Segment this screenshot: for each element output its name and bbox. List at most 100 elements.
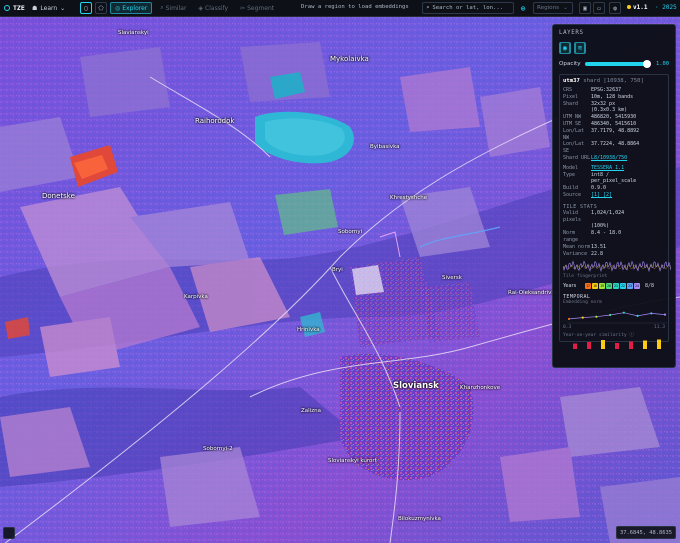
year-chip[interactable]: 20 (606, 283, 612, 290)
search-input[interactable]: ⌕ Search or lat, lon... (422, 2, 514, 14)
locate-button[interactable]: ⊕ (517, 2, 529, 14)
property-value: 22.8 (591, 250, 604, 257)
search-placeholder: Search or lat, lon... (432, 5, 504, 11)
property-row: UTM SE 486340, 5415610 (563, 121, 665, 128)
temporal-point[interactable] (650, 312, 653, 315)
temporal-max: 11.3 (653, 325, 665, 331)
map-settings-button[interactable] (3, 527, 15, 539)
property-row: Pixel 10m, 128 bands (563, 94, 665, 101)
property-key: Mean norm (563, 243, 591, 250)
tab-similar[interactable]: ⌕ Similar (156, 2, 190, 14)
temporal-point[interactable] (663, 313, 667, 316)
property-key: Build (563, 185, 579, 192)
regions-label: Regions (537, 5, 560, 11)
compass-icon: ◎ (115, 4, 121, 12)
property-row: Variance 22.8 (563, 251, 665, 258)
property-row: (0.3x0.3 km) (563, 107, 665, 114)
fingerprint-sparkline (562, 260, 672, 273)
similarity-bars (573, 339, 661, 350)
folder-button[interactable]: ▭ (593, 2, 605, 14)
status-dot (627, 5, 631, 9)
tab-segment[interactable]: ✂ Segment (236, 2, 278, 14)
property-key: UTM SE (563, 120, 582, 127)
globe-layer-button[interactable]: ◉ (559, 42, 571, 54)
year-selector[interactable]: · 2025 (655, 4, 677, 11)
shard-info-card: utm37 shard [10938, 750] CRS EPSG:32637 Pi… (559, 74, 672, 350)
app-logo[interactable]: TZE (0, 4, 32, 12)
tab-label: Segment (247, 4, 275, 12)
save-button[interactable]: ▣ (579, 2, 591, 14)
place-label: Slavianskyi (118, 30, 149, 36)
place-label: Mykolaivka (330, 55, 369, 63)
model-properties: Model TESSERA 1.1 Type int8 /per_pixel_scal… (563, 165, 665, 199)
pentagon-icon: ⬠ (98, 4, 104, 12)
place-label: Bylbasivka (370, 144, 400, 150)
shard-properties: CRS EPSG:32637 Pixel 10m, 128 bands Shard 32x… (563, 87, 665, 162)
property-key: Shard URL (563, 154, 591, 161)
property-key (563, 223, 591, 230)
scissors-icon: ✂ (240, 4, 246, 12)
learn-menu[interactable]: ☗ Learn ⌄ (32, 5, 80, 12)
years-count: 8/8 (645, 283, 655, 290)
property-value: 10m, 128 bands (591, 93, 634, 100)
temporal-point[interactable] (636, 315, 639, 318)
square-icon: ▢ (84, 4, 88, 12)
year-chip[interactable]: 22 (620, 283, 626, 290)
opacity-knob[interactable] (642, 60, 651, 68)
property-key: CRS (563, 87, 573, 93)
temporal-point[interactable] (581, 316, 584, 320)
year-chip[interactable]: 19 (599, 283, 605, 290)
tab-label: Classify (205, 4, 229, 12)
fingerprint-label: Tile fingerprint (563, 274, 608, 280)
temporal-point[interactable] (595, 315, 598, 319)
property-row: (100%) (563, 223, 665, 230)
years-label: Years (563, 283, 577, 290)
crosshair-icon: ⊕ (520, 3, 526, 13)
property-row: Valid pixels 1,024/1,024 (563, 210, 665, 224)
user-button[interactable]: ◍ (609, 2, 621, 14)
stack-layer-button[interactable]: ≋ (574, 42, 586, 54)
property-link[interactable]: TESSERA 1.1 (591, 165, 624, 172)
globe-icon: ◉ (560, 42, 570, 54)
years-row: Years 17 18 19 20 21 22 23 24 8/8 (563, 283, 665, 290)
similarity-bar (629, 341, 633, 350)
property-key: Type (563, 171, 576, 178)
regions-dropdown[interactable]: Regions ⌄ (533, 2, 573, 14)
polygon-select-tool[interactable]: ⬠ (95, 2, 107, 14)
property-key: Model (563, 164, 579, 171)
property-row: CRS EPSG:32637 (563, 87, 665, 94)
property-key: Valid pixels (563, 209, 582, 223)
year-chip[interactable]: 18 (592, 283, 598, 290)
temporal-point[interactable] (609, 314, 612, 317)
top-toolbar: TZE ☗ Learn ⌄ ▢ ⬠ ◎ Explorer ⌕ Similar ◈… (0, 0, 680, 17)
property-value: 37.7224, 48.8864 (591, 141, 640, 148)
rectangle-select-tool[interactable]: ▢ (80, 2, 92, 14)
property-value: per_pixel_scale (591, 178, 637, 185)
place-label: Bilokuzmynivka (398, 516, 441, 522)
tab-classify[interactable]: ◈ Classify (194, 2, 232, 14)
place-label: Slovianskyi kurort (328, 458, 377, 464)
tab-explorer[interactable]: ◎ Explorer (110, 2, 153, 14)
property-key: Norm range (563, 230, 579, 243)
place-label: Sloviansk (393, 381, 439, 391)
place-label: Sobornyi-2 (203, 446, 233, 452)
year-chips: 17 18 19 20 21 22 23 24 (585, 283, 640, 290)
property-row: Build 0.9.0 (563, 185, 665, 192)
place-label: Khrestyshche (390, 195, 428, 201)
property-value: (100%) (591, 223, 610, 230)
similarity-bar (587, 342, 591, 350)
opacity-slider[interactable] (584, 60, 651, 68)
place-label: Zalizna (301, 408, 321, 414)
property-link[interactable]: [1] [2] (591, 192, 612, 199)
temporal-point[interactable] (622, 311, 625, 315)
property-link[interactable]: L8/10938/750 (591, 155, 627, 162)
year-chip[interactable]: 17 (585, 283, 591, 290)
temporal-point[interactable] (567, 318, 571, 321)
year-chip[interactable]: 23 (627, 283, 633, 290)
chevron-down-icon: ⌄ (563, 5, 568, 11)
place-label: Rai-Oleksandrivka (508, 290, 558, 296)
learn-label: Learn (40, 4, 58, 12)
shard-title: utm37 (563, 78, 580, 84)
year-chip[interactable]: 24 (634, 283, 640, 290)
year-chip[interactable]: 21 (613, 283, 619, 290)
